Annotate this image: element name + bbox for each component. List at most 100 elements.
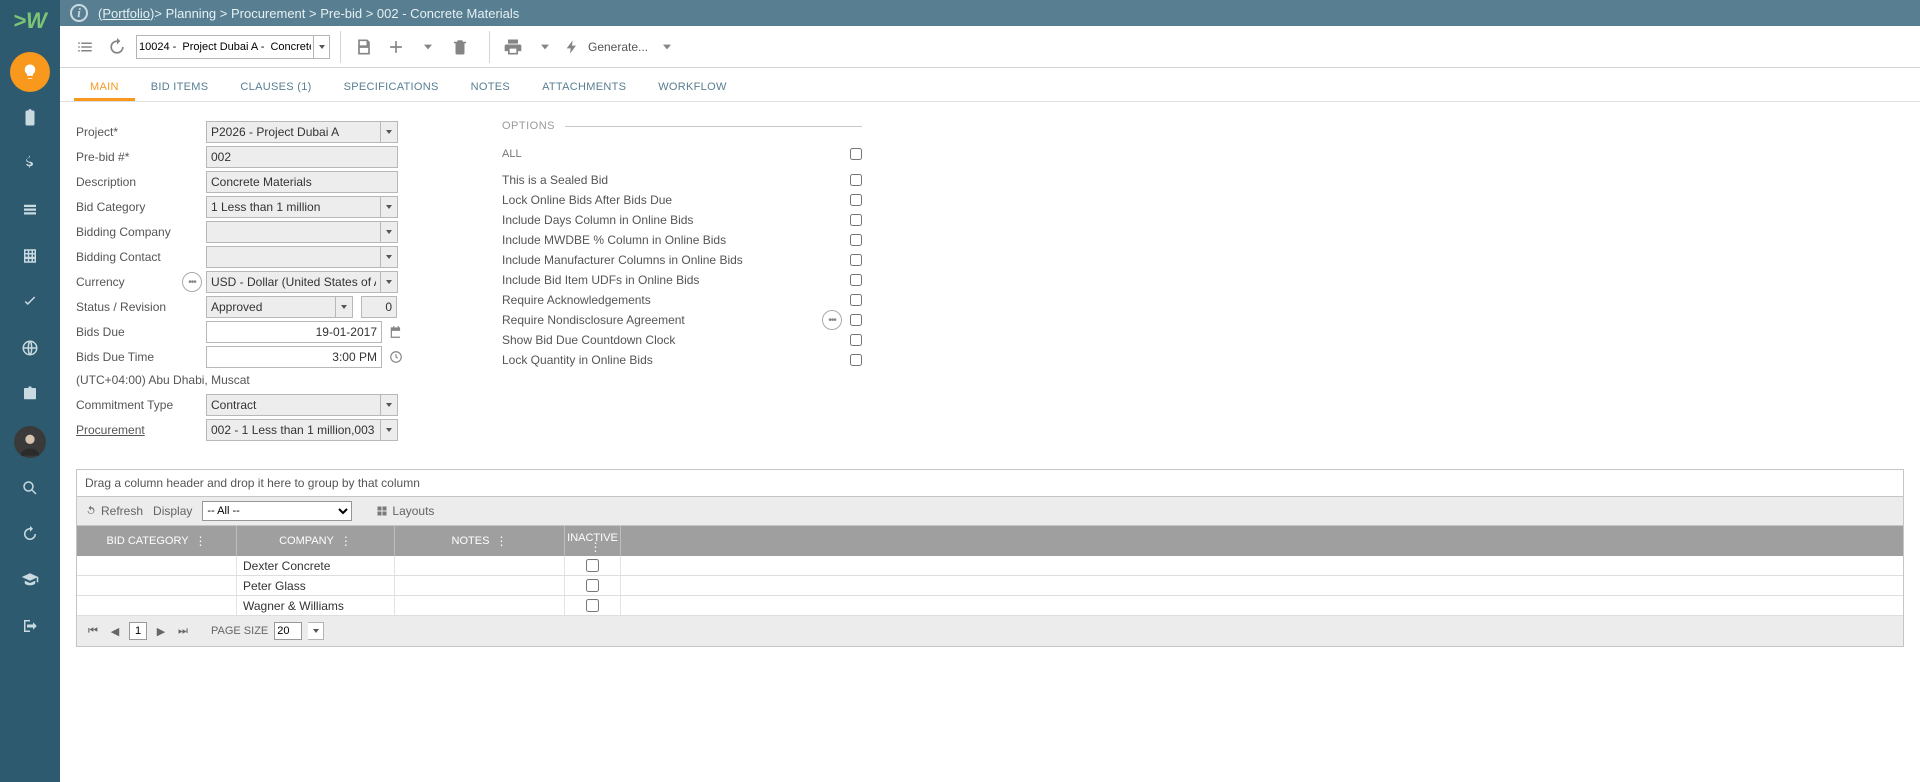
checkbox-require-ack[interactable] <box>850 294 862 306</box>
caret-status[interactable] <box>336 296 353 318</box>
caret-bid-category[interactable] <box>381 196 398 218</box>
pager-page-input[interactable] <box>129 622 147 640</box>
sidebar-item-stack[interactable] <box>10 190 50 230</box>
input-currency[interactable] <box>206 271 381 293</box>
sidebar-item-tips[interactable] <box>10 52 50 92</box>
checkbox-lock-online[interactable] <box>850 194 862 206</box>
page-size-input[interactable] <box>274 622 302 640</box>
checkbox-all[interactable] <box>850 148 862 160</box>
sidebar-item-approve[interactable] <box>10 282 50 322</box>
checkbox-sealed[interactable] <box>850 174 862 186</box>
grid-header-row: BID CATEGORY⋮ COMPANY⋮ NOTES⋮ INACTIVE⋮ <box>77 526 1903 556</box>
table-row[interactable]: Peter Glass <box>77 576 1903 596</box>
pager-first-button[interactable]: ⏮ <box>85 623 101 639</box>
input-procurement[interactable] <box>206 419 381 441</box>
input-status[interactable] <box>206 296 336 318</box>
sidebar-item-search[interactable] <box>10 468 50 508</box>
print-button[interactable] <box>500 34 526 60</box>
checkbox-include-mfg[interactable] <box>850 254 862 266</box>
add-split-caret[interactable] <box>415 34 441 60</box>
tab-specifications[interactable]: SPECIFICATIONS <box>328 71 455 101</box>
save-button[interactable] <box>351 34 377 60</box>
info-icon[interactable]: i <box>70 4 88 22</box>
page-size-caret[interactable] <box>308 622 324 640</box>
breadcrumb-portfolio-link[interactable]: (Portfolio) <box>98 6 154 21</box>
menu-toggle-button[interactable] <box>72 34 98 60</box>
input-description[interactable] <box>206 171 398 193</box>
column-menu-icon[interactable]: ⋮ <box>340 538 352 544</box>
sidebar-item-finance[interactable] <box>10 144 50 184</box>
nda-more-button[interactable]: ••• <box>822 310 842 330</box>
checkbox-include-udf[interactable] <box>850 274 862 286</box>
tab-attachments[interactable]: ATTACHMENTS <box>526 71 642 101</box>
grid-group-bar[interactable]: Drag a column header and drop it here to… <box>77 470 1903 497</box>
input-bidding-company[interactable] <box>206 221 381 243</box>
checkbox-include-days[interactable] <box>850 214 862 226</box>
input-bids-due-time[interactable] <box>206 346 382 368</box>
input-bidding-contact[interactable] <box>206 246 381 268</box>
tab-bid-items[interactable]: BID ITEMS <box>135 71 225 101</box>
tab-clauses[interactable]: CLAUSES (1) <box>224 71 327 101</box>
checkbox-include-mwdbe[interactable] <box>850 234 862 246</box>
input-commitment-type[interactable] <box>206 394 381 416</box>
input-bids-due[interactable] <box>206 321 382 343</box>
add-button[interactable] <box>383 34 409 60</box>
checkbox-inactive[interactable] <box>586 579 599 592</box>
input-project[interactable] <box>206 121 381 143</box>
grid-display-select[interactable]: -- All -- <box>202 501 352 521</box>
label-procurement[interactable]: Procurement <box>76 423 206 437</box>
tab-workflow[interactable]: WORKFLOW <box>642 71 742 101</box>
calendar-icon[interactable] <box>388 324 404 340</box>
checkbox-require-nda[interactable] <box>850 314 862 326</box>
column-menu-icon[interactable]: ⋮ <box>195 538 207 544</box>
checkbox-inactive[interactable] <box>586 559 599 572</box>
tab-notes[interactable]: NOTES <box>455 71 526 101</box>
caret-bidding-company[interactable] <box>381 221 398 243</box>
sidebar-item-clipboard[interactable] <box>10 98 50 138</box>
table-row[interactable]: Dexter Concrete <box>77 556 1903 576</box>
table-row[interactable]: Wagner & Williams <box>77 596 1903 616</box>
sidebar-item-history[interactable] <box>10 514 50 554</box>
pager-prev-button[interactable]: ◀ <box>107 623 123 639</box>
grid-header-inactive[interactable]: INACTIVE⋮ <box>565 526 621 556</box>
checkbox-inactive[interactable] <box>586 599 599 612</box>
grid-header-notes[interactable]: NOTES⋮ <box>395 526 565 556</box>
grid-header-company[interactable]: COMPANY⋮ <box>237 526 395 556</box>
input-bid-category[interactable] <box>206 196 381 218</box>
grid-refresh-button[interactable]: Refresh <box>85 504 143 518</box>
print-split-caret[interactable] <box>532 34 558 60</box>
input-revision[interactable] <box>361 296 397 318</box>
pager-next-button[interactable]: ▶ <box>153 623 169 639</box>
caret-bidding-contact[interactable] <box>381 246 398 268</box>
grid-header-bid-category[interactable]: BID CATEGORY⋮ <box>77 526 237 556</box>
sidebar-item-briefcase[interactable] <box>10 374 50 414</box>
record-selector[interactable] <box>136 35 314 59</box>
sidebar-item-globe[interactable] <box>10 328 50 368</box>
caret-procurement[interactable] <box>381 419 398 441</box>
caret-commitment-type[interactable] <box>381 394 398 416</box>
history-button[interactable] <box>104 34 130 60</box>
app-logo[interactable]: >W <box>13 8 47 34</box>
tab-main[interactable]: MAIN <box>74 71 135 101</box>
pager-last-button[interactable]: ⏭ <box>175 623 191 639</box>
grid-layouts-button[interactable]: Layouts <box>376 504 434 518</box>
option-label-include-udf: Include Bid Item UDFs in Online Bids <box>502 273 850 287</box>
option-label-lock-online: Lock Online Bids After Bids Due <box>502 193 850 207</box>
caret-project[interactable] <box>381 121 398 143</box>
user-avatar[interactable] <box>14 426 46 458</box>
record-selector-caret[interactable] <box>314 35 330 59</box>
column-menu-icon[interactable]: ⋮ <box>590 544 602 550</box>
generate-split-caret[interactable] <box>654 34 680 60</box>
column-menu-icon[interactable]: ⋮ <box>495 538 507 544</box>
clock-icon[interactable] <box>388 349 404 365</box>
sidebar-item-learn[interactable] <box>10 560 50 600</box>
checkbox-show-clock[interactable] <box>850 334 862 346</box>
delete-button[interactable] <box>447 34 473 60</box>
generate-button[interactable]: Generate... <box>564 34 648 60</box>
caret-currency[interactable] <box>381 271 398 293</box>
input-prebid-no[interactable] <box>206 146 398 168</box>
sidebar-item-logout[interactable] <box>10 606 50 646</box>
sidebar-item-building[interactable] <box>10 236 50 276</box>
currency-more-button[interactable]: ••• <box>182 272 202 292</box>
checkbox-lock-qty[interactable] <box>850 354 862 366</box>
